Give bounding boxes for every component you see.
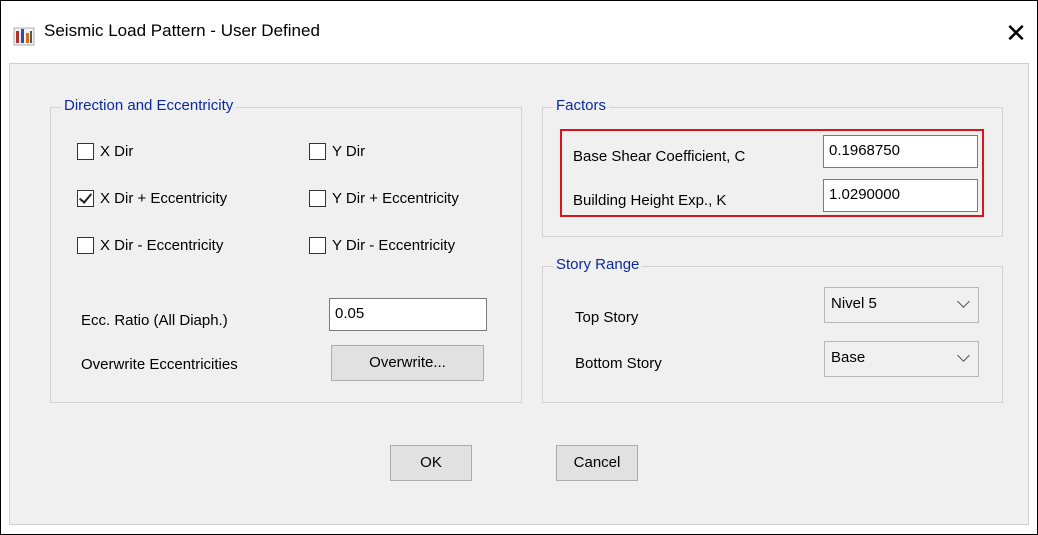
checkbox-x-dir-plus-ecc-box[interactable] xyxy=(77,190,94,207)
window-title: Seismic Load Pattern - User Defined xyxy=(44,21,320,40)
close-icon[interactable]: ✕ xyxy=(996,15,1036,51)
bottom-story-value: Base xyxy=(831,349,866,366)
checkbox-y-dir-minus-ecc-box[interactable] xyxy=(309,237,326,254)
cancel-button[interactable]: Cancel xyxy=(556,445,638,481)
checkbox-x-dir-minus-ecc[interactable]: X Dir - Eccentricity xyxy=(77,237,223,254)
overwrite-eccentricities-label: Overwrite Eccentricities xyxy=(81,356,238,373)
top-story-label: Top Story xyxy=(575,309,639,326)
checkbox-x-dir-plus-ecc-label: X Dir + Eccentricity xyxy=(100,190,228,207)
checkbox-x-dir-label: X Dir xyxy=(100,143,134,160)
checkbox-x-dir-box[interactable] xyxy=(77,143,94,160)
group-title-direction: Direction and Eccentricity xyxy=(61,97,237,114)
checkbox-x-dir-minus-ecc-box[interactable] xyxy=(77,237,94,254)
checkbox-y-dir-plus-ecc-label: Y Dir + Eccentricity xyxy=(332,190,459,207)
ok-button[interactable]: OK xyxy=(390,445,472,481)
checkbox-y-dir-label: Y Dir xyxy=(332,143,366,160)
ecc-ratio-input[interactable]: 0.05 xyxy=(329,298,487,331)
ecc-ratio-label: Ecc. Ratio (All Diaph.) xyxy=(81,312,228,329)
top-story-value: Nivel 5 xyxy=(831,295,877,312)
bottom-story-label: Bottom Story xyxy=(575,355,662,372)
chevron-down-icon xyxy=(957,295,970,308)
checkbox-x-dir-minus-ecc-label: X Dir - Eccentricity xyxy=(100,237,224,254)
checkbox-x-dir-plus-ecc[interactable]: X Dir + Eccentricity xyxy=(77,190,227,207)
app-icon xyxy=(13,27,35,46)
group-title-factors: Factors xyxy=(553,97,610,114)
chevron-down-icon xyxy=(957,349,970,362)
dialog-body: Direction and Eccentricity X Dir Y Dir X… xyxy=(9,63,1029,525)
overwrite-button[interactable]: Overwrite... xyxy=(331,345,484,381)
checkbox-y-dir-minus-ecc[interactable]: Y Dir - Eccentricity xyxy=(309,237,455,254)
story-range-group: Story Range Top Story Nivel 5 Bottom Sto… xyxy=(542,256,1003,403)
top-story-select[interactable]: Nivel 5 xyxy=(824,287,979,323)
title-bar: Seismic Load Pattern - User Defined ✕ xyxy=(1,1,1037,63)
direction-eccentricity-group: Direction and Eccentricity X Dir Y Dir X… xyxy=(50,97,522,403)
factors-highlight-box xyxy=(560,129,984,217)
dialog-window: Seismic Load Pattern - User Defined ✕ Di… xyxy=(0,0,1038,535)
checkbox-y-dir-minus-ecc-label: Y Dir - Eccentricity xyxy=(332,237,456,254)
factors-group: Factors Base Shear Coefficient, C 0.1968… xyxy=(542,97,1003,237)
checkbox-x-dir[interactable]: X Dir xyxy=(77,143,133,160)
group-title-story-range: Story Range xyxy=(553,256,643,273)
checkbox-y-dir-plus-ecc-box[interactable] xyxy=(309,190,326,207)
checkbox-y-dir-box[interactable] xyxy=(309,143,326,160)
checkbox-y-dir-plus-ecc[interactable]: Y Dir + Eccentricity xyxy=(309,190,459,207)
bottom-story-select[interactable]: Base xyxy=(824,341,979,377)
checkbox-y-dir[interactable]: Y Dir xyxy=(309,143,365,160)
